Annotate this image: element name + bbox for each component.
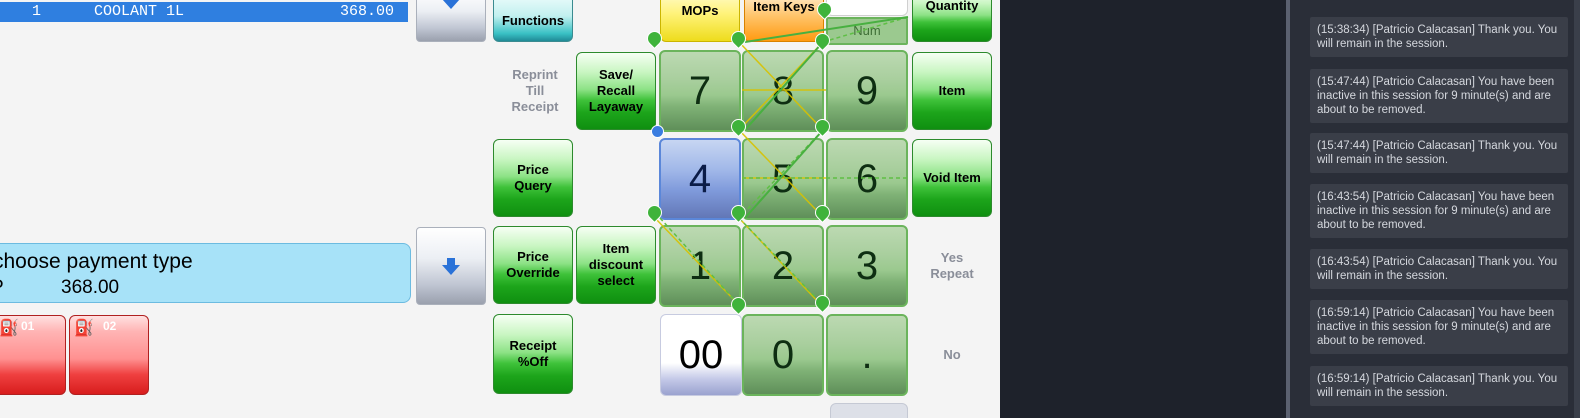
empty-desktop-area — [1000, 0, 1286, 418]
connector-line — [738, 217, 823, 307]
chat-scroll-area[interactable]: (15:38:34) [Patricio Calacasan] Thank yo… — [1290, 0, 1580, 418]
chat-message: (15:38:34) [Patricio Calacasan] Thank yo… — [1310, 17, 1568, 57]
flow-connector-overlay — [654, 16, 909, 307]
chat-message: (16:59:14) [Patricio Calacasan] You have… — [1310, 300, 1568, 354]
chat-message: (16:43:54) [Patricio Calacasan] Thank yo… — [1310, 249, 1568, 289]
chat-message: (15:47:44) [Patricio Calacasan] Thank yo… — [1310, 133, 1568, 173]
connector-line — [738, 129, 823, 217]
target-icon[interactable] — [651, 125, 664, 138]
connector-line — [659, 217, 740, 306]
session-chat-panel: (15:38:34) [Patricio Calacasan] Thank yo… — [1290, 0, 1580, 418]
connector-line — [822, 16, 909, 43]
pos-terminal-screen: 1 COOLANT 1L 368.00 Functions MOPs Item … — [0, 0, 1000, 418]
chat-message: (16:59:14) [Patricio Calacasan] Thank yo… — [1310, 366, 1568, 406]
chat-message: (15:47:44) [Patricio Calacasan] You have… — [1310, 69, 1568, 123]
chat-message: (16:43:54) [Patricio Calacasan] You have… — [1310, 184, 1568, 238]
